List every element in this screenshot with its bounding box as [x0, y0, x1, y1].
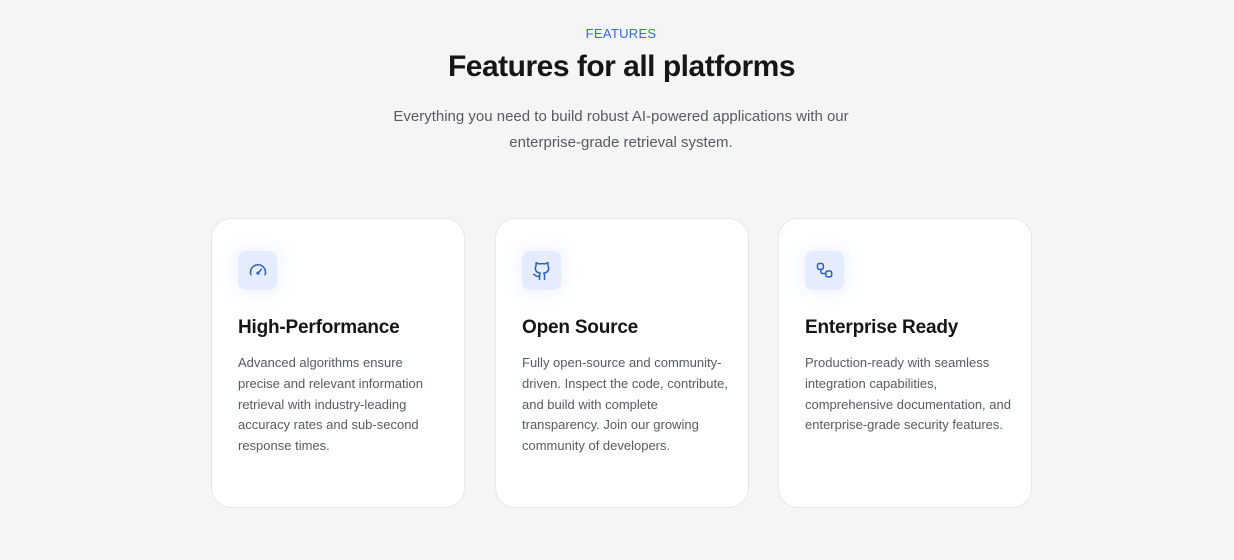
workflow-icon: [816, 262, 832, 278]
feature-card-enterprise-ready: Enterprise Ready Production-ready with s…: [778, 218, 1032, 508]
feature-icon-tile: [805, 251, 844, 290]
feature-icon-tile: [522, 251, 561, 290]
feature-description: Fully open-source and community-driven. …: [522, 355, 728, 454]
feature-card-open-source: Open Source Fully open-source and commun…: [495, 218, 749, 508]
feature-title: Enterprise Ready: [805, 317, 959, 338]
features-section: FEATURES Features for all platforms Ever…: [0, 0, 1234, 560]
section-subtitle: Everything you need to build robust AI-p…: [393, 108, 849, 151]
section-eyebrow: FEATURES: [585, 26, 657, 41]
feature-description: Production-ready with seamless integrati…: [805, 355, 1011, 433]
github-icon: [532, 261, 549, 280]
feature-description: Advanced algorithms ensure precise and r…: [238, 355, 423, 454]
feature-title: High-Performance: [238, 317, 400, 338]
gauge-icon: [249, 263, 266, 275]
feature-icon-tile: [238, 251, 277, 290]
feature-card-high-performance: High-Performance Advanced algorithms ens…: [211, 218, 465, 508]
section-title: Features for all platforms: [447, 50, 796, 83]
feature-title: Open Source: [522, 317, 639, 338]
